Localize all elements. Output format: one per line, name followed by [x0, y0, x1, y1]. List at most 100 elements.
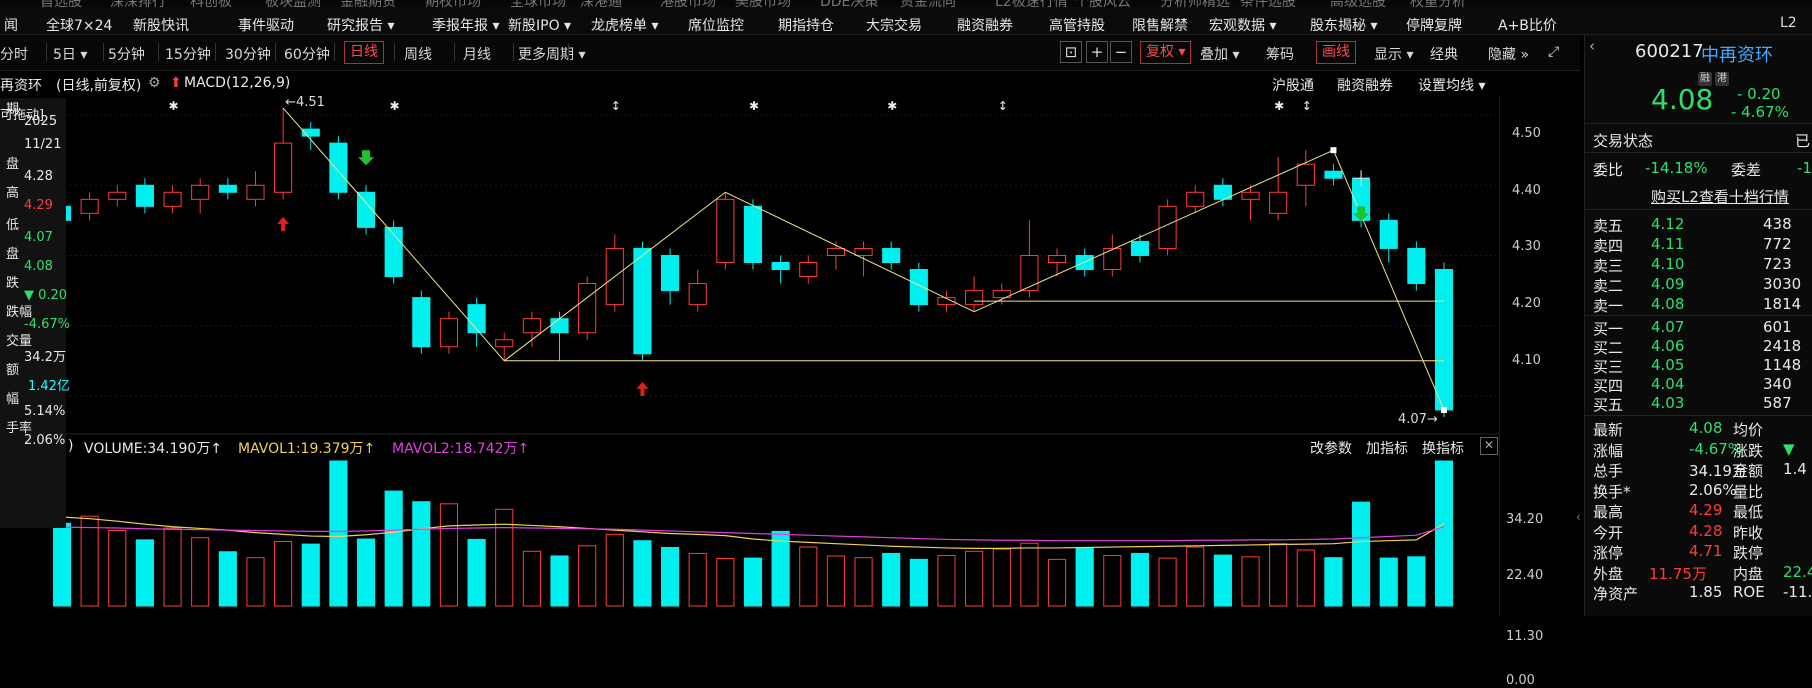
nav-item[interactable]: 席位监控: [688, 15, 744, 35]
event-marker-icon[interactable]: ✱: [1274, 99, 1284, 113]
edit-params-link[interactable]: 改参数: [1310, 438, 1352, 458]
nav-cut-item[interactable]: 科创板: [190, 0, 232, 11]
nav-item[interactable]: 全球7×24: [46, 15, 112, 35]
candle-body[interactable]: [218, 184, 237, 193]
candle-body[interactable]: [578, 283, 597, 334]
nav-item[interactable]: 事件驱动: [238, 15, 294, 35]
nav-cut-item[interactable]: 板块监测: [265, 0, 321, 11]
trend-line[interactable]: [725, 191, 975, 313]
period-tab[interactable]: 月线: [463, 44, 491, 64]
candle-body[interactable]: [135, 184, 154, 207]
event-marker-icon[interactable]: ✱: [749, 99, 759, 113]
event-marker-icon[interactable]: ↕: [611, 99, 621, 113]
candle-body[interactable]: [1269, 191, 1288, 214]
candle-body[interactable]: [661, 254, 680, 292]
candle-body[interactable]: [716, 198, 735, 263]
nav-item[interactable]: 限售解禁: [1132, 15, 1188, 35]
candle-body[interactable]: [439, 318, 459, 348]
candle-body[interactable]: [246, 184, 265, 200]
candle-body[interactable]: [412, 297, 431, 348]
candle-body[interactable]: [1434, 269, 1454, 411]
period-tab[interactable]: 日线: [344, 41, 384, 64]
minus-icon[interactable]: −: [1110, 41, 1132, 63]
event-marker-icon[interactable]: ↕: [998, 99, 1008, 113]
candle-body[interactable]: [550, 318, 569, 334]
period-tab[interactable]: 15分钟: [165, 44, 211, 64]
drawing-handle[interactable]: [1330, 147, 1337, 154]
nav-item[interactable]: 高管持股: [1049, 15, 1105, 35]
nav-item[interactable]: 股东揭秘 ▾: [1310, 15, 1377, 35]
link-hgt[interactable]: 沪股通: [1272, 75, 1314, 95]
toolbar-right-item[interactable]: 画线: [1316, 41, 1356, 64]
toolbar-right-item[interactable]: ⤢: [1548, 44, 1559, 60]
candle-body[interactable]: [1047, 254, 1067, 263]
candle-body[interactable]: [80, 198, 99, 214]
nav-cut-item[interactable]: 全球市场: [510, 0, 566, 11]
toolbar-right-item[interactable]: 复权 ▾: [1140, 41, 1192, 64]
nav-cut-item[interactable]: 美股市场: [735, 0, 791, 11]
nav-item[interactable]: 季报年报 ▾: [432, 15, 499, 35]
candle-body[interactable]: [1241, 191, 1260, 200]
nav-item[interactable]: 宏观数据 ▾: [1209, 15, 1276, 35]
stock-name[interactable]: 中再资环: [1701, 41, 1773, 67]
trend-line[interactable]: [973, 149, 1334, 313]
nav-cut-item[interactable]: 深深排行: [110, 0, 166, 11]
candle-body[interactable]: [163, 191, 182, 207]
nav-cut-item[interactable]: 首选股: [40, 0, 82, 11]
period-tab[interactable]: 更多周期 ▾: [518, 44, 585, 64]
nav-cut-item[interactable]: 期权市场: [425, 0, 481, 11]
nav-item[interactable]: 研究报告 ▾: [327, 15, 394, 35]
plus-icon[interactable]: +: [1086, 41, 1108, 63]
nav-item[interactable]: 闻: [4, 15, 18, 35]
nav-cut-item[interactable]: L2极速行情: [995, 0, 1068, 11]
candle-body[interactable]: [688, 283, 707, 306]
candle-body[interactable]: [329, 142, 348, 193]
candle-body[interactable]: [965, 290, 984, 306]
nav-cut-item[interactable]: 分析师精选: [1160, 0, 1230, 11]
trend-line[interactable]: [1332, 149, 1445, 411]
candle-body[interactable]: [909, 269, 928, 306]
candle-body[interactable]: [1186, 191, 1205, 207]
candle-body[interactable]: [1407, 247, 1426, 285]
candle-body[interactable]: [1379, 219, 1398, 249]
candle-body[interactable]: [1324, 170, 1343, 179]
period-tab[interactable]: 5分钟: [108, 44, 145, 64]
event-marker-icon[interactable]: ✱: [390, 99, 400, 113]
panel-toggle-icon[interactable]: ‹: [1589, 37, 1595, 55]
lock-icon[interactable]: ⊡: [1060, 41, 1082, 63]
nav-cut-item[interactable]: 权重分析: [1410, 0, 1466, 11]
nav-item[interactable]: 期指持仓: [778, 15, 834, 35]
nav-item[interactable]: A+B比价: [1498, 15, 1557, 35]
nav-item[interactable]: 新股快讯: [133, 15, 189, 35]
indicator-name[interactable]: MACD(12,26,9): [184, 75, 290, 91]
candle-body[interactable]: [274, 142, 293, 193]
drawing-handle[interactable]: [1441, 406, 1447, 413]
add-indicator-link[interactable]: 加指标: [1366, 438, 1408, 458]
link-ma-settings[interactable]: 设置均线 ▾: [1418, 75, 1485, 95]
toolbar-right-item[interactable]: 显示 ▾: [1374, 44, 1413, 64]
trend-line[interactable]: [503, 191, 726, 362]
candle-body[interactable]: [522, 318, 541, 334]
period-tab[interactable]: 5日 ▾: [53, 44, 87, 64]
toolbar-right-item[interactable]: 叠加 ▾: [1200, 44, 1239, 64]
period-tab[interactable]: 分时: [0, 44, 28, 64]
cursor-data-panel[interactable]: 可拖动] 期 2025 11/21 盘 4.28 高 4.29 低 4.07 盘 4.08 跌 ▼ 0.…: [0, 98, 70, 528]
nav-item[interactable]: 大宗交易: [866, 15, 922, 35]
period-tab[interactable]: 30分钟: [225, 44, 271, 64]
close-icon[interactable]: ✕: [1480, 437, 1498, 455]
candle-body[interactable]: [1020, 254, 1039, 292]
nav-item[interactable]: 融资融券: [957, 15, 1013, 35]
collapse-handle-icon[interactable]: ‹: [1576, 510, 1584, 550]
nav-cut-item[interactable]: 深港通: [580, 0, 622, 11]
candle-body[interactable]: [495, 339, 514, 348]
candle-body[interactable]: [1296, 163, 1315, 186]
candle-body[interactable]: [1103, 247, 1122, 271]
toolbar-right-item[interactable]: 隐藏 »: [1488, 44, 1529, 64]
candle-body[interactable]: [826, 247, 845, 256]
candle-body[interactable]: [1130, 240, 1150, 256]
nav-cut-item[interactable]: 条件选股: [1240, 0, 1296, 11]
nav-item[interactable]: 龙虎榜单 ▾: [591, 15, 658, 35]
toolbar-right-item[interactable]: 经典: [1430, 44, 1458, 64]
candle-body[interactable]: [108, 191, 127, 200]
trend-line[interactable]: [282, 107, 505, 362]
